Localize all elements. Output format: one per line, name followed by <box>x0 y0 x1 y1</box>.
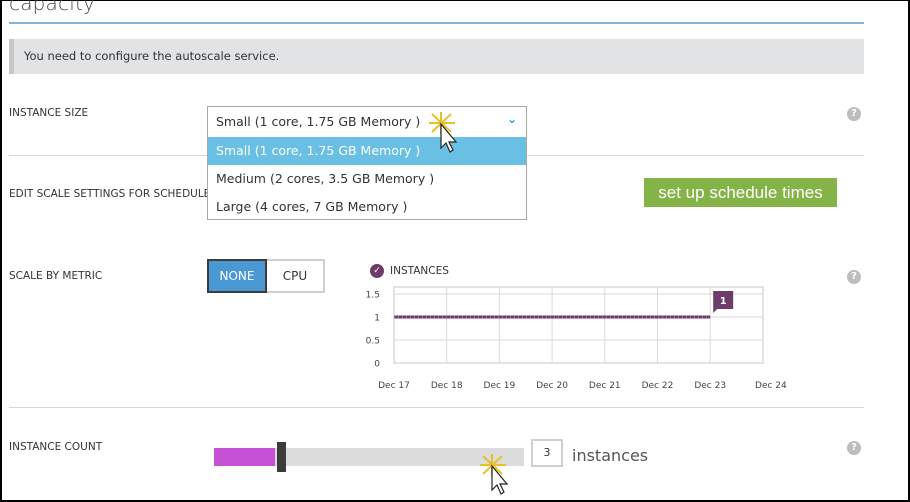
schedule-label: EDIT SCALE SETTINGS FOR SCHEDULE <box>9 188 211 200</box>
data-callout: 1 <box>713 290 734 313</box>
x-tick-label: Dec 19 <box>484 381 516 391</box>
x-tick-label: Dec 24 <box>755 381 787 391</box>
banner-text: You need to configure the autoscale serv… <box>24 49 280 63</box>
option-label: Large (4 cores, 7 GB Memory ) <box>216 199 408 214</box>
y-tick-label: 1.5 <box>366 290 380 300</box>
dropdown-option-medium[interactable]: Medium (2 cores, 3.5 GB Memory ) <box>208 165 526 193</box>
chart-legend[interactable]: ✓ INSTANCES <box>370 264 449 278</box>
plot-border <box>393 286 764 364</box>
scale-by-metric-label: SCALE BY METRIC <box>9 270 103 282</box>
legend-label: INSTANCES <box>390 265 449 277</box>
chart-series: 1 <box>394 290 734 319</box>
x-tick-label: Dec 17 <box>378 381 410 391</box>
x-tick-label: Dec 20 <box>536 381 568 391</box>
y-tick-label: 1 <box>374 313 380 323</box>
chevron-down-icon[interactable]: ⌄ <box>507 112 517 126</box>
x-tick-label: Dec 18 <box>431 381 463 391</box>
x-tick-label: Dec 23 <box>694 381 726 391</box>
slider-thumb[interactable] <box>277 442 286 472</box>
metric-none-button[interactable]: NONE <box>207 259 267 293</box>
mouse-cursor-icon <box>429 112 458 153</box>
chart-x-axis: Dec 17 Dec 18 Dec 19 Dec 20 Dec 21 Dec 22 Dec … <box>378 381 787 391</box>
check-icon[interactable]: ✓ <box>370 264 384 278</box>
instance-count-input[interactable]: 3 <box>531 439 563 467</box>
mouse-cursor-icon <box>480 454 509 495</box>
divider <box>9 407 864 408</box>
dropdown-selected-value: Small (1 core, 1.75 GB Memory ) <box>216 114 421 129</box>
instance-size-dropdown[interactable]: Small (1 core, 1.75 GB Memory ) ⌄ Small … <box>207 106 527 220</box>
chart-y-axis: 1.5 1 0.5 0 <box>366 290 381 369</box>
chart-grid <box>393 286 764 364</box>
instance-size-label: INSTANCE SIZE <box>9 107 89 119</box>
notification-banner: You need to configure the autoscale serv… <box>9 39 864 74</box>
set-up-schedule-button[interactable]: set up schedule times <box>644 178 837 207</box>
instance-count-unit: instances <box>572 446 649 465</box>
callout-label: 1 <box>720 296 727 307</box>
y-tick-label: 0.5 <box>366 336 380 346</box>
x-tick-label: Dec 22 <box>642 381 674 391</box>
dropdown-option-small[interactable]: Small (1 core, 1.75 GB Memory ) <box>208 137 526 165</box>
help-icon[interactable]: ? <box>847 441 861 455</box>
instance-count-label: INSTANCE COUNT <box>9 441 103 453</box>
option-label: Medium (2 cores, 3.5 GB Memory ) <box>216 171 435 186</box>
dropdown-option-large[interactable]: Large (4 cores, 7 GB Memory ) <box>208 193 526 221</box>
title-underline <box>9 22 864 24</box>
y-tick-label: 0 <box>374 360 380 370</box>
help-icon[interactable]: ? <box>847 270 861 284</box>
option-label: Small (1 core, 1.75 GB Memory ) <box>216 143 421 158</box>
page-title: capacity <box>9 0 96 15</box>
instances-chart: 1.510.50 Dec 17 Dec 18 Dec 19 Dec 20 Dec 21 D… <box>366 286 787 391</box>
x-tick-label: Dec 21 <box>589 381 621 391</box>
metric-cpu-button[interactable]: CPU <box>267 259 325 293</box>
window-frame <box>0 0 910 502</box>
slider-fill <box>214 448 275 466</box>
help-icon[interactable]: ? <box>847 107 861 121</box>
